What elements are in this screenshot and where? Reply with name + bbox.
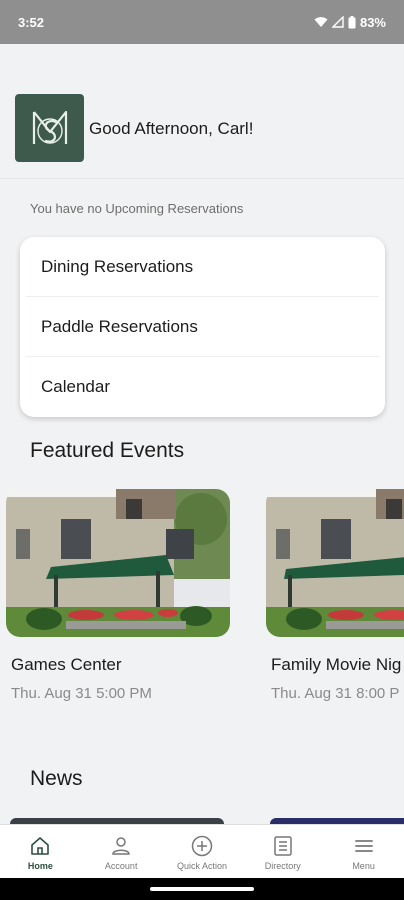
status-icons: 83% [314, 15, 386, 30]
nav-home[interactable]: Home [0, 825, 80, 871]
event-card[interactable]: Games Center Thu. Aug 31 5:00 PM [6, 489, 230, 702]
system-gesture-bar [0, 878, 404, 900]
no-reservations-text: You have no Upcoming Reservations [30, 201, 244, 216]
news-title: News [30, 767, 83, 790]
hamburger-icon [354, 840, 373, 852]
greeting-text: Good Afternoon, Carl! [89, 119, 254, 138]
battery-percent: 83% [359, 14, 386, 30]
nav-account[interactable]: Account [81, 825, 161, 871]
paddle-reservations-item[interactable]: Paddle Reservations [26, 297, 379, 357]
home-icon [31, 837, 50, 855]
nav-account-label: Account [104, 861, 138, 871]
calendar-item[interactable]: Calendar [26, 357, 379, 417]
event-title: Games Center [11, 655, 122, 674]
header-divider [0, 178, 404, 179]
wifi-icon [314, 17, 328, 27]
home-gesture-handle[interactable] [150, 887, 254, 891]
event-image [266, 489, 404, 637]
signal-icon [331, 16, 344, 28]
featured-events-carousel[interactable]: Games Center Thu. Aug 31 5:00 PM Family … [0, 489, 404, 719]
dining-reservations-item[interactable]: Dining Reservations [26, 237, 379, 297]
event-date: Thu. Aug 31 8:00 P [271, 685, 400, 702]
header: Good Afternoon, Carl! [0, 44, 404, 178]
nav-quick-action[interactable]: Quick Action [162, 825, 242, 871]
nav-menu-label: Menu [352, 861, 375, 871]
event-card[interactable]: Family Movie Nig Thu. Aug 31 8:00 P [266, 489, 404, 702]
featured-events-title: Featured Events [30, 439, 185, 462]
event-image [6, 489, 230, 637]
reservations-card: Dining Reservations Paddle Reservations … [20, 237, 385, 417]
status-bar: 3:52 83% [0, 0, 404, 44]
event-date: Thu. Aug 31 5:00 PM [11, 685, 152, 702]
nav-menu[interactable]: Menu [324, 825, 404, 871]
nav-home-label: Home [27, 861, 53, 871]
nav-directory[interactable]: Directory [243, 825, 323, 871]
bottom-navigation: Home Account Quick Action Directory Menu [0, 824, 404, 879]
person-icon [112, 837, 130, 855]
nav-quick-action-label: Quick Action [176, 861, 227, 871]
nav-directory-label: Directory [264, 861, 301, 871]
directory-icon [274, 836, 292, 856]
battery-icon [348, 15, 356, 28]
plus-circle-icon [191, 835, 213, 857]
club-monogram-logo[interactable] [15, 94, 84, 162]
status-time: 3:52 [18, 14, 45, 30]
event-title: Family Movie Nig [271, 655, 402, 674]
